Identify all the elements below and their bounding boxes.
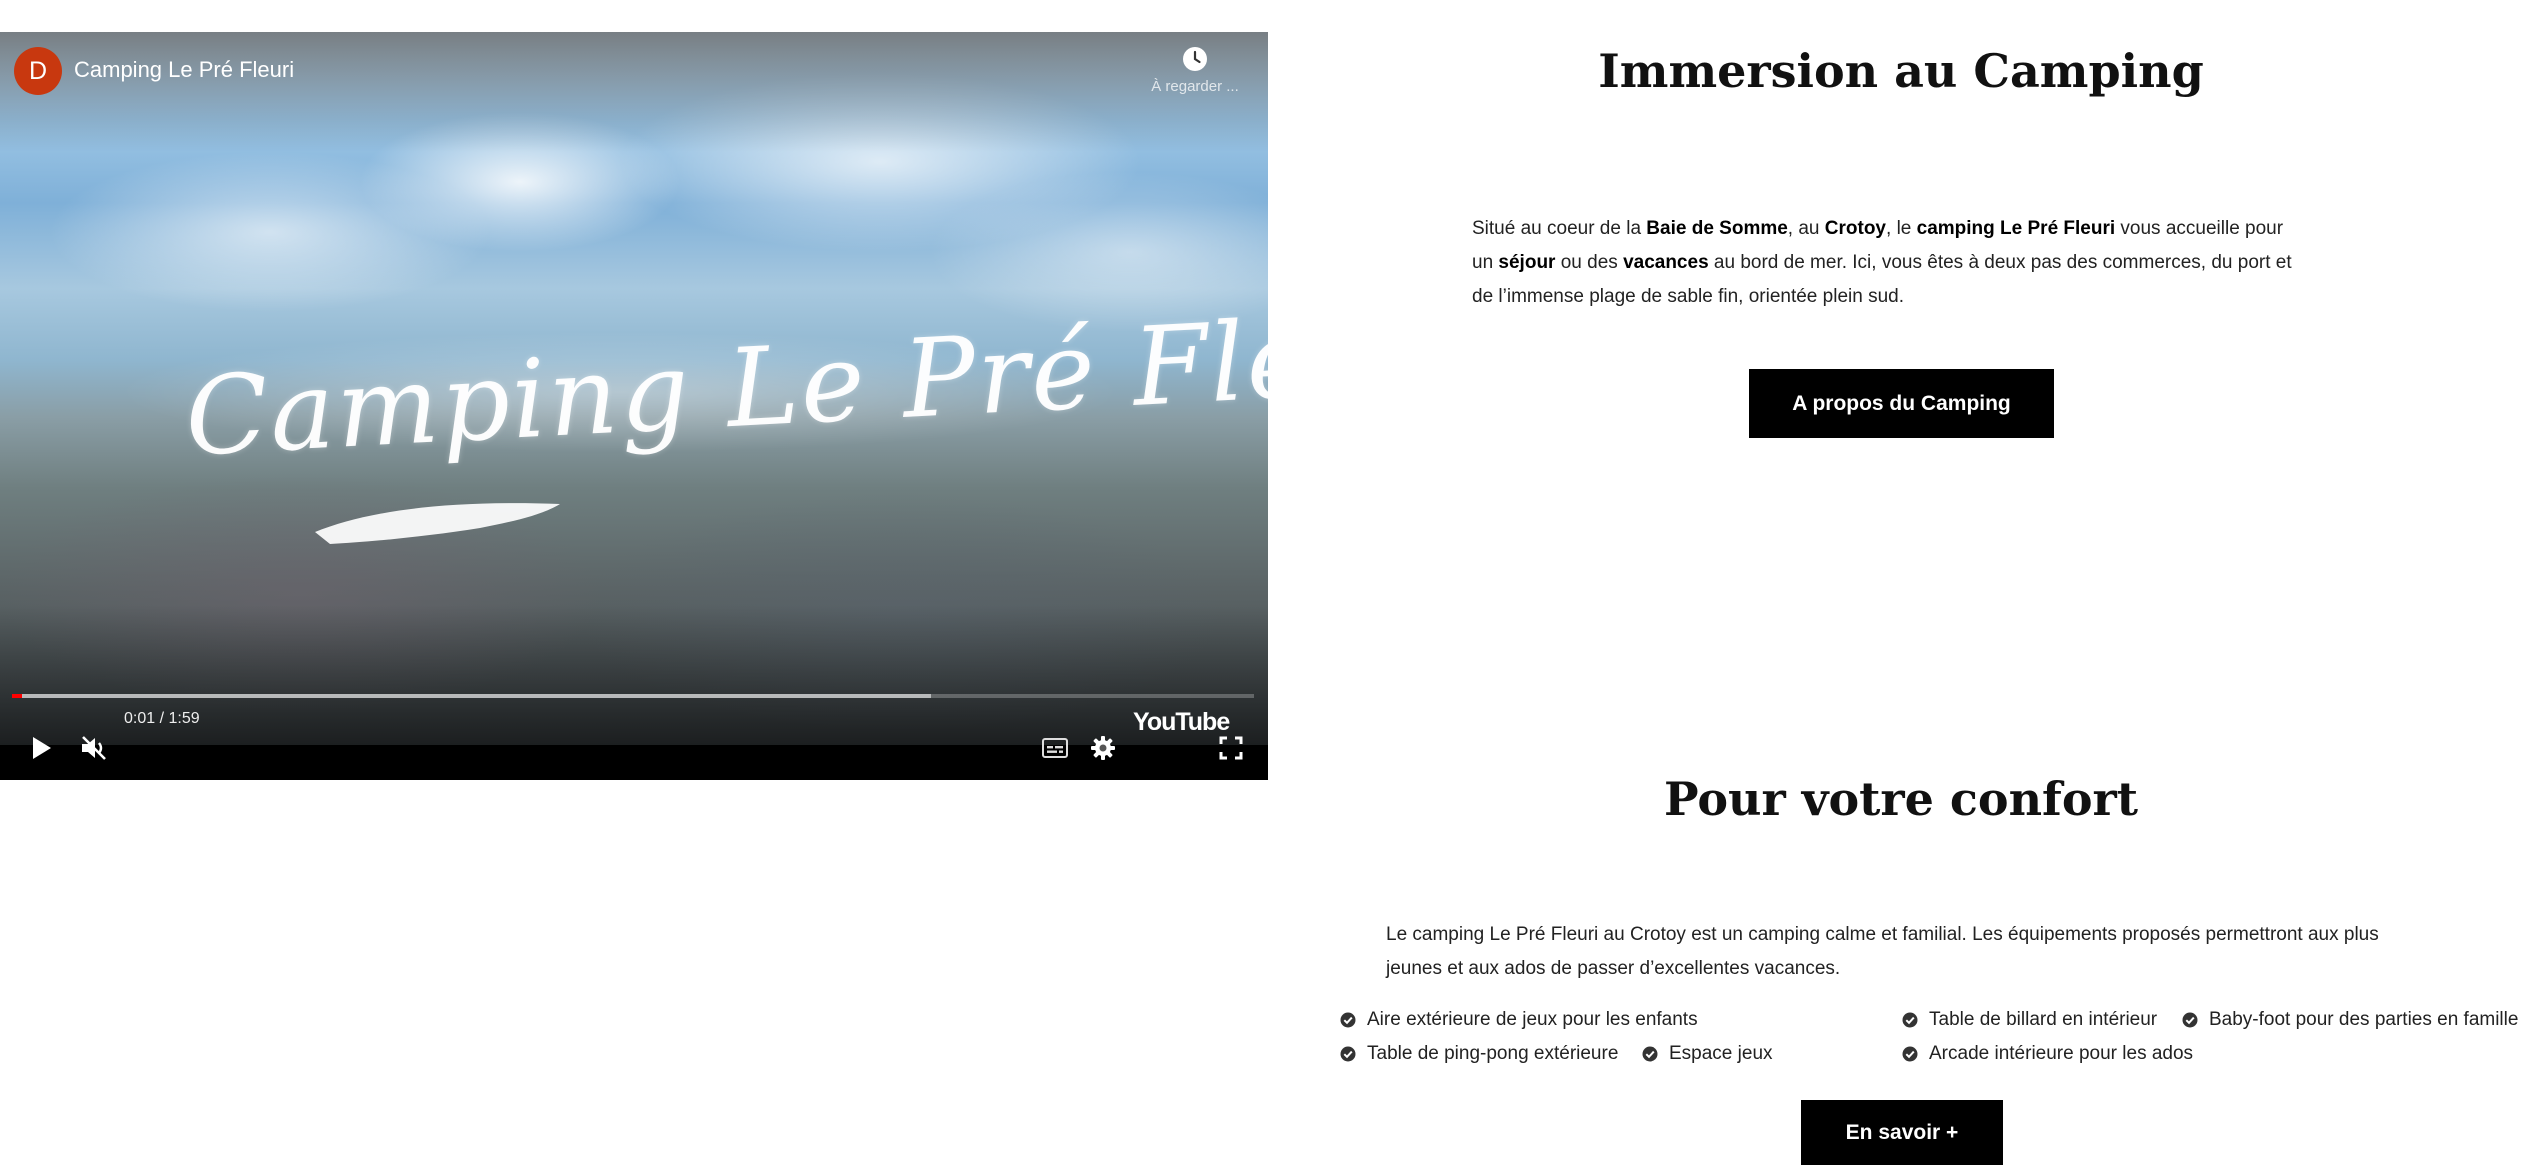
settings-button[interactable] [1086, 732, 1120, 764]
fullscreen-icon [1219, 736, 1243, 760]
about-camping-button[interactable]: A propos du Camping [1749, 369, 2054, 438]
feature-label: Arcade intérieure pour les ados [1929, 1043, 2194, 1064]
progress-bar[interactable] [12, 694, 1254, 698]
learn-more-button[interactable]: En savoir + [1801, 1100, 2003, 1165]
play-button[interactable] [26, 732, 58, 764]
emphasized-text: Baie de Somme [1646, 218, 1788, 239]
comfort-paragraph: Le camping Le Pré Fleuri au Crotoy est u… [1386, 924, 2379, 979]
channel-avatar[interactable]: D [14, 47, 62, 95]
time-display: 0:01 / 1:59 [124, 710, 200, 727]
comfort-section-title: Pour votre confort [1664, 772, 2138, 826]
check-circle-icon [1340, 1012, 1356, 1028]
watch-later-button[interactable]: À regarder ... [1140, 46, 1250, 96]
muted-volume-icon [82, 736, 106, 760]
watch-later-label: À regarder ... [1151, 78, 1239, 95]
emphasized-text: Crotoy [1824, 218, 1887, 239]
feature-list-item: Table de ping-pong extérieure [1340, 1043, 1618, 1065]
feature-label: Table de ping-pong extérieure [1367, 1043, 1619, 1064]
play-icon [33, 737, 51, 759]
emphasized-text: camping Le Pré Fleuri [1916, 218, 2116, 239]
youtube-video-player[interactable]: Camping Le Pré Fleuri D Camping Le Pré F… [0, 32, 1268, 780]
feature-label: Aire extérieure de jeux pour les enfants [1367, 1009, 1698, 1030]
fullscreen-button[interactable] [1214, 732, 1248, 764]
immersion-paragraph: Situé au coeur de la Baie de Somme, au C… [1472, 212, 2302, 314]
video-overlay-script-title: Camping Le Pré Fleuri [182, 288, 1268, 481]
subtitles-button[interactable] [1038, 732, 1072, 764]
text-segment: Situé au coeur de la [1472, 218, 1647, 239]
text-segment: , le [1886, 218, 1917, 239]
check-circle-icon [1902, 1046, 1918, 1062]
check-circle-icon [2182, 1012, 2198, 1028]
feature-label: Espace jeux [1669, 1043, 1773, 1064]
feature-list-item: Baby-foot pour des parties en famille [2182, 1009, 2518, 1031]
check-circle-icon [1902, 1012, 1918, 1028]
check-circle-icon [1642, 1046, 1658, 1062]
text-segment: , au [1787, 218, 1825, 239]
clock-icon [1183, 47, 1207, 71]
video-frame[interactable]: Camping Le Pré Fleuri [0, 32, 1268, 745]
feature-list-item: Aire extérieure de jeux pour les enfants [1340, 1009, 1698, 1031]
immersion-section-title: Immersion au Camping [1598, 44, 2204, 98]
progress-played [12, 694, 22, 698]
feature-label: Table de billard en intérieur [1929, 1009, 2158, 1030]
check-circle-icon [1340, 1046, 1356, 1062]
subtitles-icon [1042, 738, 1068, 758]
feature-list-item: Espace jeux [1642, 1043, 1773, 1065]
video-title-link[interactable]: Camping Le Pré Fleuri [74, 57, 294, 83]
feature-list-item: Table de billard en intérieur [1902, 1009, 2157, 1031]
emphasized-text: vacances [1623, 252, 1709, 273]
settings-gear-icon [1091, 736, 1115, 760]
feature-list-item: Arcade intérieure pour les ados [1902, 1043, 2193, 1065]
mute-button[interactable] [76, 732, 112, 764]
brush-stroke-decoration [315, 503, 560, 544]
text-segment: ou des [1555, 252, 1624, 273]
progress-buffered [12, 694, 932, 698]
feature-label: Baby-foot pour des parties en famille [2209, 1009, 2519, 1030]
emphasized-text: séjour [1498, 252, 1556, 273]
